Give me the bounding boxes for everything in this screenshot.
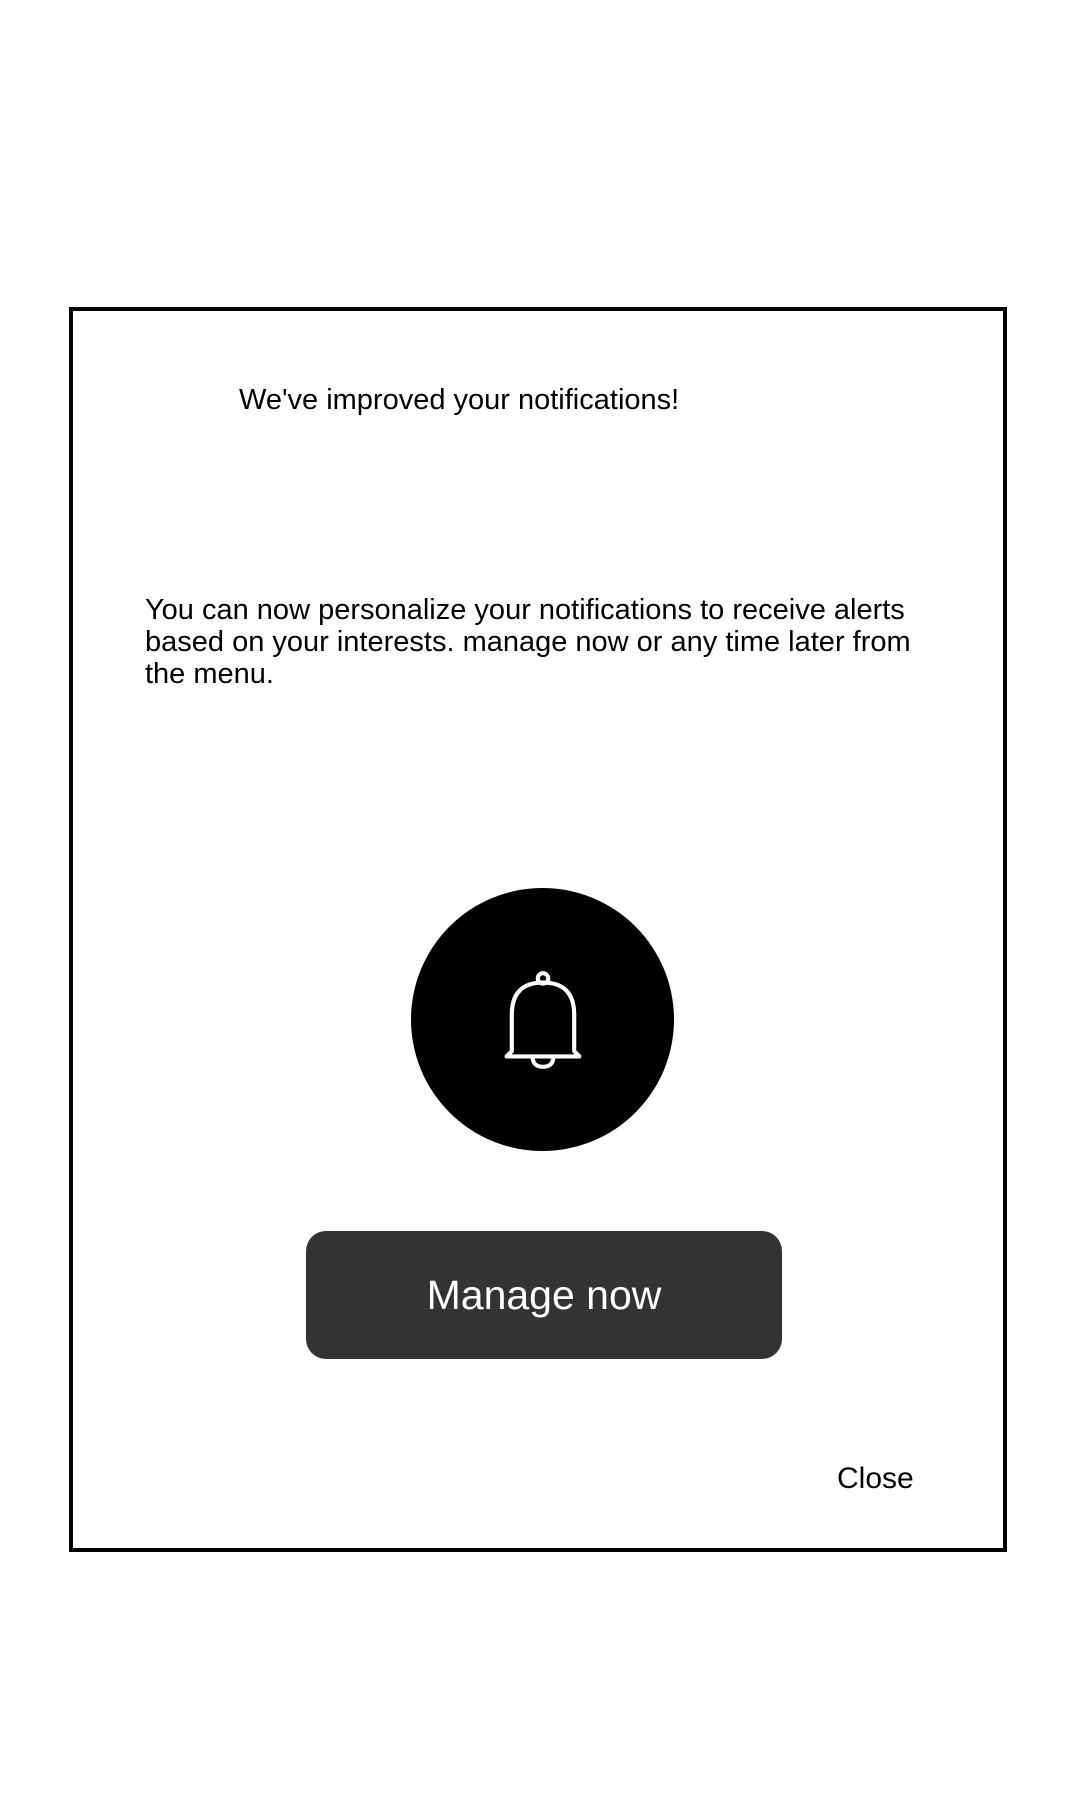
notification-dialog: We've improved your notifications! You c… xyxy=(69,307,1007,1552)
manage-now-button[interactable]: Manage now xyxy=(306,1231,782,1359)
dialog-title: We've improved your notifications! xyxy=(239,384,680,416)
bell-icon xyxy=(504,970,581,1069)
bell-icon-circle xyxy=(411,888,674,1151)
dialog-message: You can now personalize your notificatio… xyxy=(145,594,911,690)
close-button[interactable]: Close xyxy=(837,1462,914,1496)
